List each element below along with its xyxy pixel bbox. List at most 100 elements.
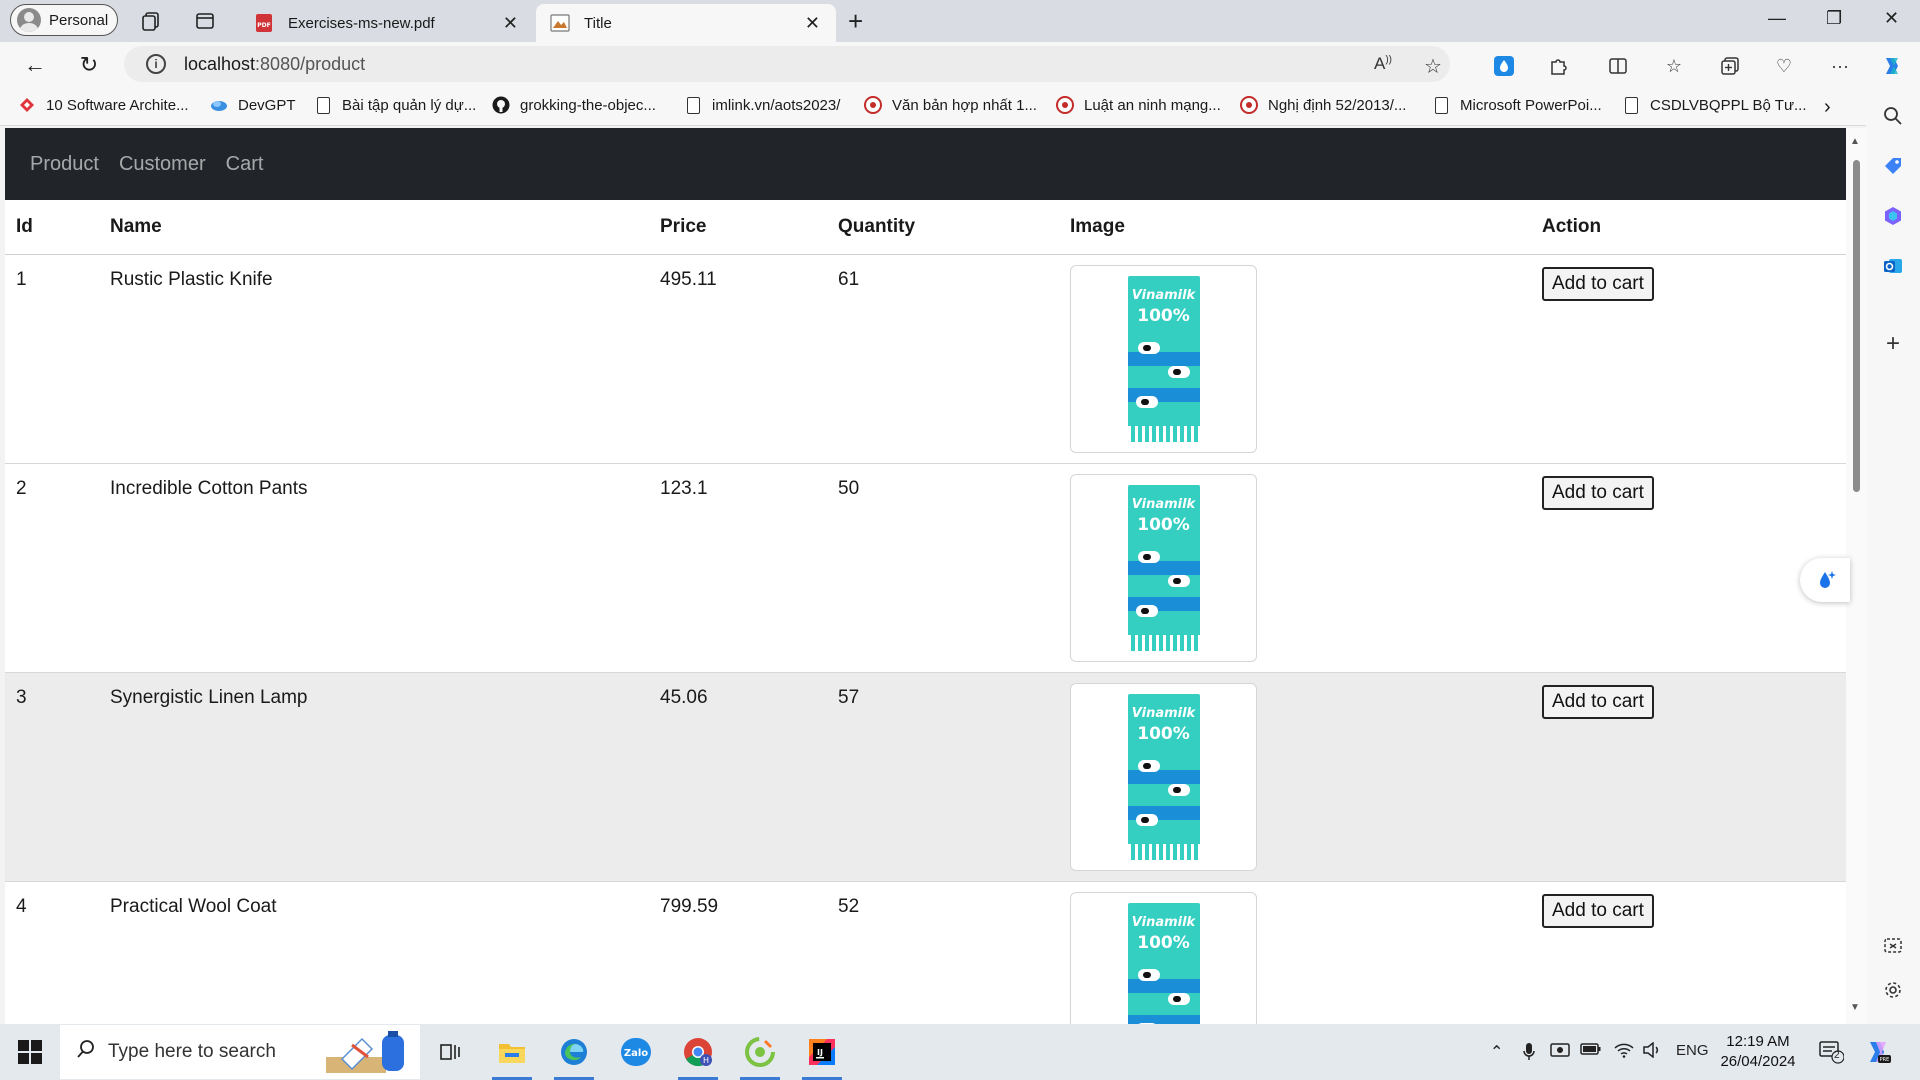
- intellij-idea-icon[interactable]: IJ: [800, 1030, 844, 1080]
- clock[interactable]: 12:19 AM 26/04/2024: [1714, 1032, 1802, 1072]
- add-to-cart-button[interactable]: Add to cart: [1542, 266, 1654, 301]
- microphone-icon[interactable]: [1522, 1042, 1536, 1067]
- screenshot-icon[interactable]: [1881, 934, 1905, 958]
- add-to-cart-button[interactable]: Add to cart: [1542, 893, 1654, 928]
- table-header-row: Id Name Price Quantity Image Action: [5, 200, 1846, 255]
- vertical-tabs-icon[interactable]: [192, 8, 218, 34]
- new-tab-icon[interactable]: +: [848, 6, 863, 37]
- nav-cart[interactable]: Cart: [226, 153, 264, 176]
- bookmark-imlink[interactable]: imlink.vn/aots2023/: [684, 96, 840, 114]
- cell-price: 799.59: [649, 881, 827, 1024]
- copilot-hex-icon[interactable]: [1881, 204, 1905, 228]
- favorite-star-icon[interactable]: ☆: [1424, 54, 1442, 79]
- show-hidden-icons-chevron-icon[interactable]: ⌃: [1490, 1042, 1503, 1062]
- cell-image: Vinamilk 100%: [1059, 672, 1531, 882]
- add-to-cart-button[interactable]: Add to cart: [1542, 475, 1654, 510]
- back-icon[interactable]: ←: [20, 50, 50, 80]
- bookmark-van-ban[interactable]: Văn bản hợp nhất 1...: [864, 96, 1037, 114]
- minimize-icon[interactable]: —: [1768, 8, 1786, 29]
- task-view-icon[interactable]: [428, 1030, 472, 1074]
- chrome-alt-icon[interactable]: [738, 1030, 782, 1080]
- close-tab-icon[interactable]: ✕: [805, 13, 820, 34]
- bookmarks-more-chevron-icon[interactable]: ›: [1824, 96, 1831, 119]
- browser-essentials-icon[interactable]: ♡: [1772, 54, 1796, 78]
- close-window-icon[interactable]: ✕: [1884, 8, 1899, 29]
- cell-quantity: 52: [827, 881, 1059, 1024]
- copilot-icon[interactable]: [1880, 54, 1904, 78]
- profile-button[interactable]: Personal: [10, 4, 118, 36]
- scroll-down-icon[interactable]: ▼: [1850, 1002, 1860, 1013]
- table-row: 4 Practical Wool Coat 799.59 52 Vinamilk…: [5, 881, 1846, 1024]
- nav-customer[interactable]: Customer: [119, 153, 206, 176]
- favorites-icon[interactable]: ☆: [1662, 54, 1686, 78]
- notifications-icon[interactable]: 2: [1818, 1038, 1845, 1069]
- windows-start-icon[interactable]: [18, 1040, 42, 1064]
- product-image: Vinamilk 100%: [1070, 682, 1257, 871]
- edge-browser-icon[interactable]: [552, 1030, 596, 1080]
- cell-quantity: 57: [827, 672, 1059, 882]
- document-icon: [1432, 96, 1450, 114]
- bookmark-grokking[interactable]: grokking-the-objec...: [492, 96, 656, 114]
- bookmark-powerpoint[interactable]: Microsoft PowerPoi...: [1432, 96, 1602, 114]
- product-table: Id Name Price Quantity Image Action 1 Ru…: [5, 200, 1846, 1024]
- cell-action: Add to cart: [1531, 463, 1846, 673]
- cell-action: Add to cart: [1531, 881, 1846, 1024]
- scroll-up-icon[interactable]: ▲: [1850, 136, 1860, 147]
- chrome-profile-icon[interactable]: H: [676, 1030, 720, 1080]
- site-info-icon[interactable]: i: [146, 54, 166, 74]
- search-icon[interactable]: [1881, 104, 1905, 128]
- taskbar-search-box[interactable]: Type here to search: [60, 1025, 420, 1079]
- bookmark-luat-an-ninh[interactable]: Luật an ninh mạng...: [1056, 96, 1221, 114]
- address-bar[interactable]: i localhost:8080/product A)) ☆: [124, 46, 1450, 82]
- extensions-puzzle-icon[interactable]: [1546, 54, 1570, 78]
- extension-drop-icon[interactable]: [1492, 54, 1516, 78]
- camera-monitor-icon[interactable]: [1550, 1042, 1570, 1065]
- add-sidebar-app-icon[interactable]: +: [1881, 330, 1905, 357]
- add-to-cart-button[interactable]: Add to cart: [1542, 684, 1654, 719]
- close-tab-icon[interactable]: ✕: [503, 13, 518, 34]
- shopping-tag-icon[interactable]: [1881, 154, 1905, 178]
- url-path: :8080/product: [255, 53, 366, 74]
- milk-carton-image: Vinamilk 100%: [1127, 484, 1200, 651]
- bookmark-software-architecture[interactable]: 10 Software Archite...: [18, 96, 189, 114]
- sidebar-settings-gear-icon[interactable]: [1881, 978, 1905, 1002]
- volume-icon[interactable]: [1642, 1041, 1662, 1063]
- zalo-app-icon[interactable]: Zalo: [614, 1030, 658, 1074]
- profile-label: Personal: [49, 11, 109, 29]
- outlook-icon[interactable]: [1881, 254, 1905, 278]
- workspaces-icon[interactable]: [138, 8, 164, 34]
- file-explorer-icon[interactable]: [490, 1030, 534, 1080]
- github-icon: [492, 96, 510, 114]
- battery-icon[interactable]: [1580, 1042, 1602, 1061]
- copilot-taskbar-icon[interactable]: PRE: [1864, 1038, 1892, 1071]
- split-screen-icon[interactable]: [1606, 54, 1630, 78]
- tab-title-active[interactable]: Title ✕: [536, 4, 836, 42]
- nav-product[interactable]: Product: [30, 153, 99, 176]
- floating-sparkle-drop-icon[interactable]: [1800, 558, 1850, 602]
- bookmark-devgpt[interactable]: DevGPT: [210, 96, 296, 114]
- header-id: Id: [5, 200, 99, 255]
- notification-count: 2: [1834, 1050, 1840, 1061]
- restore-icon[interactable]: ❐: [1826, 8, 1842, 29]
- cell-action: Add to cart: [1531, 672, 1846, 882]
- cell-action: Add to cart: [1531, 254, 1846, 464]
- bookmark-nghi-dinh[interactable]: Nghị định 52/2013/...: [1240, 96, 1406, 114]
- header-name: Name: [99, 200, 649, 255]
- product-image: Vinamilk 100%: [1070, 264, 1257, 453]
- svg-text:PRE: PRE: [1880, 1057, 1890, 1063]
- language-indicator[interactable]: ENG: [1676, 1042, 1709, 1059]
- product-image: Vinamilk 100%: [1070, 473, 1257, 662]
- refresh-icon[interactable]: ↻: [74, 50, 104, 80]
- tab-exercises-pdf[interactable]: PDF Exercises-ms-new.pdf ✕: [240, 4, 534, 42]
- read-aloud-icon[interactable]: A)): [1374, 54, 1392, 74]
- cell-image: Vinamilk 100%: [1059, 254, 1531, 464]
- scrollbar-thumb[interactable]: [1853, 160, 1860, 492]
- header-action: Action: [1531, 200, 1846, 255]
- bookmark-csdlvbqppl[interactable]: CSDLVBQPPL Bộ Tư...: [1622, 96, 1807, 114]
- collections-icon[interactable]: [1718, 54, 1742, 78]
- settings-more-icon[interactable]: ···: [1828, 54, 1852, 78]
- wifi-icon[interactable]: [1614, 1042, 1634, 1063]
- cell-name: Rustic Plastic Knife: [99, 254, 649, 464]
- clock-time: 12:19 AM: [1726, 1033, 1790, 1050]
- bookmark-bai-tap[interactable]: Bài tập quản lý dự...: [314, 96, 476, 114]
